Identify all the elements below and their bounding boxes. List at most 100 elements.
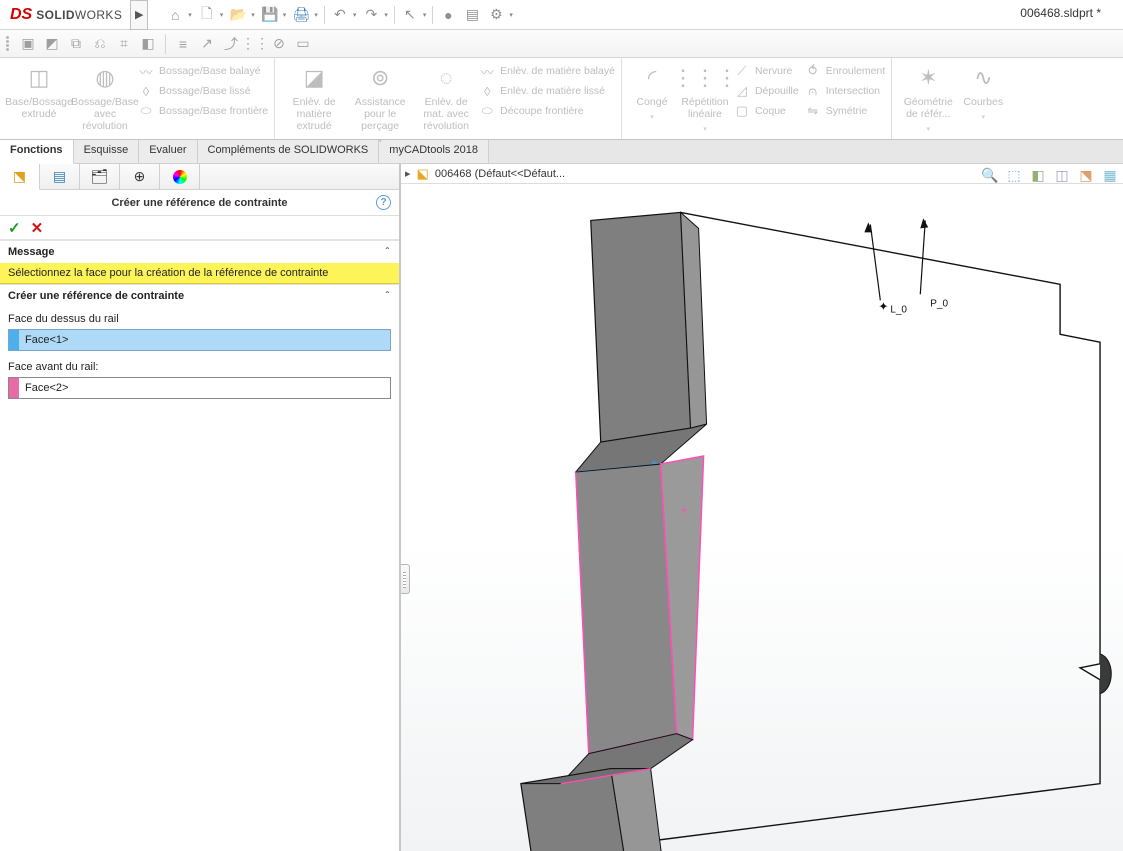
- home-icon[interactable]: ⌂: [166, 6, 184, 24]
- model-render: L_0 P_0 ✦ + +: [401, 184, 1123, 851]
- shell-button[interactable]: ▢Coque: [734, 103, 799, 119]
- curves-button[interactable]: ∿ Courbes ▾: [958, 62, 1008, 122]
- swept-boss-button[interactable]: 〰Bossage/Base balayé: [138, 63, 268, 79]
- mirror-button[interactable]: ⇋Symétrie: [805, 103, 886, 119]
- cancel-button[interactable]: ✕: [31, 219, 44, 237]
- panel-tab-feature[interactable]: ⬔: [0, 164, 40, 190]
- label: Enlèv. de mat. avec révolution: [413, 96, 479, 132]
- tb-icon-5[interactable]: ⌗: [114, 34, 134, 54]
- grip-icon[interactable]: [6, 34, 10, 54]
- settings-icon[interactable]: ⚙: [487, 6, 505, 24]
- ok-button[interactable]: ✓: [8, 219, 21, 237]
- menu-expand-button[interactable]: ▶: [130, 0, 148, 30]
- section-view-icon[interactable]: ⬔: [1077, 166, 1095, 184]
- boundary-cut-button[interactable]: ⬭Découpe frontière: [479, 103, 615, 119]
- panel-tab-properties[interactable]: ▤: [40, 164, 80, 189]
- view-orientation-icon[interactable]: ◧: [1029, 166, 1047, 184]
- extruded-boss-icon: ◫: [25, 64, 53, 92]
- tb-icon-8[interactable]: ↗: [197, 34, 217, 54]
- fillet-button[interactable]: ◜ Congé ▾: [628, 62, 676, 122]
- revolved-cut-button[interactable]: ◌ Enlèv. de mat. avec révolution: [413, 62, 479, 132]
- tb-icon-6[interactable]: ◧: [138, 34, 158, 54]
- linear-pattern-button[interactable]: ⋮⋮⋮ Répétition linéaire ▾: [676, 62, 734, 134]
- display-style-icon[interactable]: ◫: [1053, 166, 1071, 184]
- undo-icon[interactable]: ↶: [331, 6, 349, 24]
- draft-icon: ◿: [734, 83, 750, 99]
- new-icon[interactable]: 🗋: [198, 6, 216, 24]
- ref-geometry-button[interactable]: ✶ Géométrie de référ... ▾: [898, 62, 958, 134]
- lofted-cut-icon: ◊: [479, 83, 495, 99]
- lofted-boss-button[interactable]: ◊Bossage/Base lissé: [138, 83, 268, 99]
- panel-tab-appearance[interactable]: [160, 164, 200, 189]
- tb-icon-11[interactable]: ⊘: [269, 34, 289, 54]
- tb-icon-12[interactable]: ▭: [293, 34, 313, 54]
- select-icon[interactable]: ↖: [401, 6, 419, 24]
- draft-button[interactable]: ◿Dépouille: [734, 83, 799, 99]
- label: Congé: [636, 96, 667, 108]
- tab-esquisse[interactable]: Esquisse: [74, 140, 140, 163]
- rib-button[interactable]: ⟋Nervure: [734, 63, 799, 79]
- section-create-header[interactable]: Créer une référence de contrainte ˆ: [0, 285, 399, 307]
- intersect-button[interactable]: ⩀Intersection: [805, 83, 886, 99]
- axis-label-p0: P_0: [930, 298, 948, 309]
- options-icon[interactable]: ▤: [463, 6, 481, 24]
- secondary-toolbar: ▣ ◩ ⧉ ⎌ ⌗ ◧ ≡ ↗ ⤴ ⋮⋮ ⊘ ▭: [0, 30, 1123, 58]
- ok-cancel-row: ✓ ✕: [0, 216, 399, 240]
- field2-selection-input[interactable]: Face<2>: [8, 377, 391, 399]
- main-area: ⬔ ▤ 🗂 ⊕ Créer une référence de contraint…: [0, 164, 1123, 851]
- zoom-area-icon[interactable]: ⬚: [1005, 166, 1023, 184]
- extruded-cut-button[interactable]: ◪ Enlèv. de matière extrudé: [281, 62, 347, 132]
- swept-cut-button[interactable]: 〰Enlèv. de matière balayé: [479, 63, 615, 79]
- open-icon[interactable]: 📂: [229, 6, 247, 24]
- logo: DS SOLIDWORKS: [6, 0, 131, 30]
- tb-icon-3[interactable]: ⧉: [66, 34, 86, 54]
- tab-evaluer[interactable]: Evaluer: [139, 140, 197, 163]
- rebuild-icon[interactable]: ●: [439, 6, 457, 24]
- quick-access-toolbar: ⌂▾ 🗋▾ 📂▾ 💾▾ 🖨▾ ↶▾ ↷▾ ↖▾ ● ▤ ⚙▾: [166, 6, 513, 24]
- ds-logo-icon: DS: [10, 6, 32, 24]
- field1-selection-input[interactable]: Face<1>: [8, 329, 391, 351]
- lofted-cut-button[interactable]: ◊Enlèv. de matière lissé: [479, 83, 615, 99]
- revolved-boss-button[interactable]: ◍ Bossage/Base avec révolution: [72, 62, 138, 132]
- boundary-icon: ⬭: [138, 103, 154, 119]
- tb-icon-2[interactable]: ◩: [42, 34, 62, 54]
- field1-value: Face<1>: [19, 330, 390, 350]
- ribbon-group-cut: ◪ Enlèv. de matière extrudé ⊚ Assistance…: [275, 58, 622, 139]
- zoom-fit-icon[interactable]: 🔍: [981, 166, 999, 184]
- tb-icon-7[interactable]: ≡: [173, 34, 193, 54]
- print-icon[interactable]: 🖨: [292, 6, 310, 24]
- ribbon: ◫ Base/Bossage extrudé ◍ Bossage/Base av…: [0, 58, 1123, 140]
- section-message-header[interactable]: Message ˆ: [0, 241, 399, 263]
- label: Géométrie de référ...: [898, 96, 958, 120]
- ribbon-group-boss: ◫ Base/Bossage extrudé ◍ Bossage/Base av…: [0, 58, 275, 139]
- intersect-icon: ⩀: [805, 83, 821, 99]
- panel-tab-config[interactable]: 🗂: [80, 164, 120, 189]
- panel-tab-dim[interactable]: ⊕: [120, 164, 160, 189]
- boundary-boss-button[interactable]: ⬭Bossage/Base frontière: [138, 103, 268, 119]
- selection-color-tag-blue: [9, 330, 19, 350]
- property-manager-panel: ⬔ ▤ 🗂 ⊕ Créer une référence de contraint…: [0, 164, 400, 851]
- document-title: 006468.sldprt *: [1020, 6, 1101, 20]
- revolved-cut-icon: ◌: [432, 64, 460, 92]
- tab-fonctions[interactable]: Fonctions: [0, 140, 74, 164]
- revolved-boss-icon: ◍: [91, 64, 119, 92]
- help-icon[interactable]: ?: [376, 195, 391, 210]
- wrap-button[interactable]: ⥀Enroulement: [805, 63, 886, 79]
- tb-icon-10[interactable]: ⋮⋮: [245, 34, 265, 54]
- logo-text-2: WORKS: [75, 8, 122, 22]
- save-icon[interactable]: 💾: [261, 6, 279, 24]
- panel-title: Créer une référence de contrainte: [111, 197, 287, 209]
- scene-icon[interactable]: ▦: [1101, 166, 1119, 184]
- tb-icon-1[interactable]: ▣: [18, 34, 38, 54]
- hole-wizard-button[interactable]: ⊚ Assistance pour le perçage ▾: [347, 62, 413, 146]
- extruded-cut-icon: ◪: [300, 64, 328, 92]
- tb-icon-4[interactable]: ⎌: [90, 34, 110, 54]
- breadcrumb-text[interactable]: 006468 (Défaut<<Défaut...: [435, 168, 565, 180]
- breadcrumb-expand-icon[interactable]: ▸: [405, 167, 411, 180]
- wrap-icon: ⥀: [805, 63, 821, 79]
- tb-icon-9[interactable]: ⤴: [221, 34, 241, 54]
- redo-icon[interactable]: ↷: [362, 6, 380, 24]
- graphics-viewport[interactable]: ▸ ⬕ 006468 (Défaut<<Défaut... 🔍 ⬚ ◧ ◫ ⬔ …: [400, 164, 1123, 851]
- extruded-boss-button[interactable]: ◫ Base/Bossage extrudé: [6, 62, 72, 120]
- collapse-icon: ˆ: [386, 247, 389, 258]
